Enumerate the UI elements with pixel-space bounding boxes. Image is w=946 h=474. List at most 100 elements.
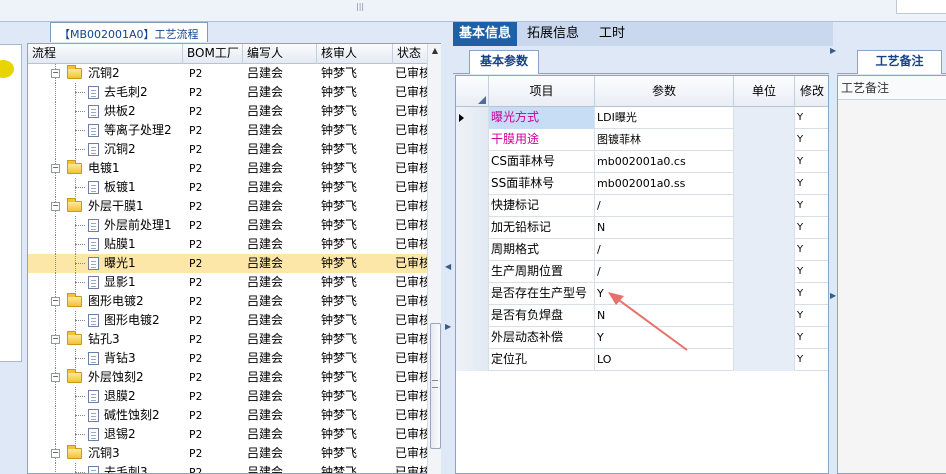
grid-cell-rev[interactable]: Y [795,129,828,151]
grid-cell-unit[interactable] [734,261,795,283]
grid-cell-rev[interactable]: Y [795,217,828,239]
grid-row[interactable]: SS面菲林号 mb002001a0.ss Y [456,173,828,195]
tree-node[interactable]: 贴膜1 [28,235,183,254]
tree-node[interactable]: 背钻3 [28,349,183,368]
tree-node[interactable]: 去毛刺3 [28,463,183,473]
tree-col-checker[interactable]: 核审人 [317,44,393,64]
grid-cell-item[interactable]: 周期格式 [489,239,595,261]
row-indicator[interactable] [456,283,489,305]
grid-row[interactable]: 快捷标记 / Y [456,195,828,217]
grid-cell-param[interactable]: / [595,261,734,283]
tree-node[interactable]: 图形电镀2 [28,311,183,330]
tree-row[interactable]: − 电镀1 P2 吕建会 钟梦飞 已审核 [28,159,428,178]
grid-cell-unit[interactable] [734,151,795,173]
row-indicator[interactable] [456,107,489,129]
grid-col-rev[interactable]: 修改 [795,76,828,107]
tree-row[interactable]: 退锡2 P2 吕建会 钟梦飞 已审核 [28,425,428,444]
tree-col-flow[interactable]: 流程 [28,44,183,64]
grid-cell-rev[interactable]: Y [795,195,828,217]
tab-basic-info[interactable]: 基本信息 [453,22,518,46]
grid-row[interactable]: 曝光方式 LDI曝光 Y [456,107,828,129]
grid-row[interactable]: 是否存在生产型号 Y Y [456,283,828,305]
grid-cell-item[interactable]: 是否存在生产型号 [489,283,595,305]
splitter-grip-icon[interactable]: ||| [356,2,364,11]
tree-row[interactable]: 去毛刺3 P2 吕建会 钟梦飞 已审核 [28,463,428,473]
grid-cell-unit[interactable] [734,349,795,371]
grid-cell-param[interactable]: 图镀菲林 [595,129,734,151]
tree-row[interactable]: − 外层蚀刻2 P2 吕建会 钟梦飞 已审核 [28,368,428,387]
grid-cell-unit[interactable] [734,173,795,195]
grid-cell-rev[interactable]: Y [795,327,828,349]
grid-cell-unit[interactable] [734,129,795,151]
grid-cell-param[interactable]: LDI曝光 [595,107,734,129]
grid-cell-unit[interactable] [734,239,795,261]
right-splitter[interactable]: ▶ ▶ [829,46,837,474]
collapse-toggle-icon[interactable]: − [51,164,60,173]
grid-cell-param[interactable]: mb002001a0.ss [595,173,734,195]
grid-cell-rev[interactable]: Y [795,305,828,327]
grid-cell-rev[interactable]: Y [795,107,828,129]
grid-cell-unit[interactable] [734,283,795,305]
grid-cell-unit[interactable] [734,305,795,327]
tree-row[interactable]: − 沉铜3 P2 吕建会 钟梦飞 已审核 [28,444,428,463]
scroll-up-icon[interactable]: ▲ [428,46,442,58]
grid-row[interactable]: 生产周期位置 / Y [456,261,828,283]
tree-row[interactable]: − 沉铜2 P2 吕建会 钟梦飞 已审核 [28,64,428,83]
tree-node[interactable]: 板镀1 [28,178,183,197]
grid-cell-item[interactable]: SS面菲林号 [489,173,595,195]
tree-col-bom[interactable]: BOM工厂 [183,44,243,64]
grid-row[interactable]: 是否有负焊盘 N Y [456,305,828,327]
grid-cell-unit[interactable] [734,327,795,349]
grid-cell-item[interactable]: CS面菲林号 [489,151,595,173]
tree-row[interactable]: 图形电镀2 P2 吕建会 钟梦飞 已审核 [28,311,428,330]
grid-cell-unit[interactable] [734,195,795,217]
tree-node[interactable]: 碱性蚀刻2 [28,406,183,425]
tree-row[interactable]: − 钻孔3 P2 吕建会 钟梦飞 已审核 [28,330,428,349]
tree-row[interactable]: 板镀1 P2 吕建会 钟梦飞 已审核 [28,178,428,197]
grid-row[interactable]: 定位孔 LO Y [456,349,828,371]
main-splitter[interactable]: ◀ ▶ [443,22,452,474]
grid-cell-param[interactable]: N [595,217,734,239]
grid-cell-item[interactable]: 定位孔 [489,349,595,371]
collapse-notes-icon[interactable]: ▶ [830,291,836,300]
grid-cell-item[interactable]: 生产周期位置 [489,261,595,283]
tree-node[interactable]: 等离子处理2 [28,121,183,140]
tree-row[interactable]: 外层前处理1 P2 吕建会 钟梦飞 已审核 [28,216,428,235]
tree-node[interactable]: 烘板2 [28,102,183,121]
grid-cell-param[interactable]: / [595,195,734,217]
grid-cell-unit[interactable] [734,217,795,239]
tab-extended-info[interactable]: 拓展信息 [517,22,589,46]
tree-node[interactable]: − 图形电镀2 [28,292,183,311]
grid-corner[interactable] [456,76,489,107]
row-indicator[interactable] [456,195,489,217]
collapse-left-icon[interactable]: ◀ [445,262,451,271]
collapse-toggle-icon[interactable]: − [51,297,60,306]
grid-row[interactable]: 干膜用途 图镀菲林 Y [456,129,828,151]
grid-row[interactable]: 加无铅标记 N Y [456,217,828,239]
grid-cell-item[interactable]: 是否有负焊盘 [489,305,595,327]
tree-node[interactable]: 外层前处理1 [28,216,183,235]
row-indicator[interactable] [456,305,489,327]
tree-row[interactable]: 退膜2 P2 吕建会 钟梦飞 已审核 [28,387,428,406]
tree-node[interactable]: − 外层干膜1 [28,197,183,216]
grid-cell-param[interactable]: / [595,239,734,261]
collapse-toggle-icon[interactable]: − [51,373,60,382]
tree-row[interactable]: − 图形电镀2 P2 吕建会 钟梦飞 已审核 [28,292,428,311]
grid-cell-item[interactable]: 快捷标记 [489,195,595,217]
tree-node[interactable]: 曝光1 [28,254,183,273]
tab-basic-params[interactable]: 基本参数 [469,50,540,74]
tree-row[interactable]: 曝光1 P2 吕建会 钟梦飞 已审核 [28,254,428,273]
row-indicator[interactable] [456,129,489,151]
tree-col-writer[interactable]: 编写人 [243,44,317,64]
grid-cell-param[interactable]: LO [595,349,734,371]
collapse-toggle-icon[interactable]: − [51,202,60,211]
tree-node[interactable]: − 钻孔3 [28,330,183,349]
grid-cell-unit[interactable] [734,107,795,129]
row-indicator[interactable] [456,261,489,283]
grid-cell-item[interactable]: 曝光方式 [489,107,595,129]
grid-row[interactable]: CS面菲林号 mb002001a0.cs Y [456,151,828,173]
tree-node[interactable]: 退膜2 [28,387,183,406]
tree-node[interactable]: − 沉铜3 [28,444,183,463]
row-indicator[interactable] [456,173,489,195]
grid-row[interactable]: 外层动态补偿 Y Y [456,327,828,349]
